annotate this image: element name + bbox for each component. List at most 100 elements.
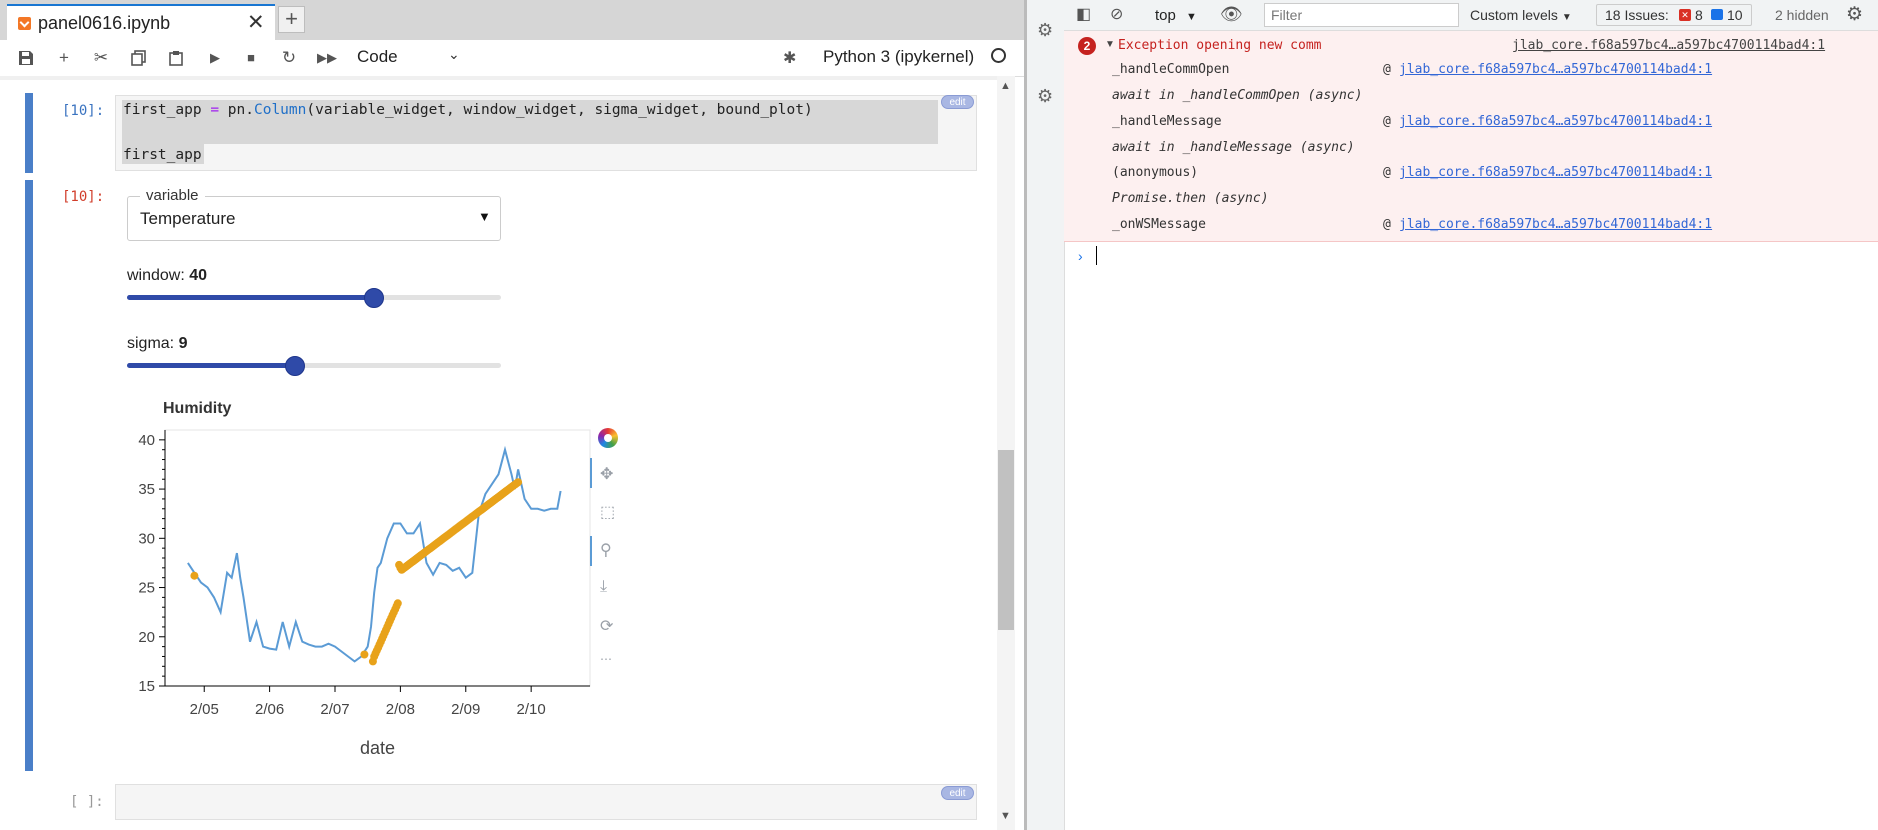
console-filter-input[interactable]: Filter xyxy=(1264,3,1459,27)
wheel-zoom-tool-icon[interactable]: ⚲ xyxy=(600,540,612,560)
issues-button[interactable]: 18 Issues: ✕ 8 10 xyxy=(1596,4,1752,26)
restart-icon[interactable]: ↻ xyxy=(276,40,302,76)
stack-at: @ xyxy=(1383,217,1391,232)
cell-type-select[interactable]: Code xyxy=(357,47,398,67)
code-token: . xyxy=(245,102,254,118)
variable-select-value[interactable]: Temperature xyxy=(140,209,235,229)
kernel-name[interactable]: Python 3 (ipykernel) xyxy=(823,47,974,67)
dropdown-arrow-icon[interactable]: ▼ xyxy=(478,209,491,224)
output-collapser[interactable] xyxy=(25,180,33,771)
notebook-toolbar: + ✂ ▶ ■ ↻ ▶▶ Code ⌄ ✱ Python 3 (ipykerne… xyxy=(0,40,1027,77)
empty-code-cell[interactable] xyxy=(115,784,977,820)
box-zoom-tool-icon[interactable]: ⬚ xyxy=(600,502,615,522)
window-label: window: xyxy=(127,267,190,284)
issues-info-count: 10 xyxy=(1727,7,1743,23)
window-value: 40 xyxy=(189,267,208,284)
more-tools-icon[interactable]: ⋯ xyxy=(600,652,612,666)
console-prompt-caret: › xyxy=(1078,248,1083,264)
window-slider-handle[interactable] xyxy=(363,288,384,308)
error-icon: ✕ xyxy=(1679,9,1691,21)
output-prompt: [10]: xyxy=(62,189,105,205)
stack-frame-fn: (anonymous) xyxy=(1112,165,1199,180)
x-tick-label: 2/09 xyxy=(451,701,480,718)
stack-async: await in _handleCommOpen (async) xyxy=(1112,88,1363,103)
scroll-down-icon[interactable]: ▼ xyxy=(1000,810,1011,822)
x-tick-label: 2/10 xyxy=(517,701,546,718)
add-cell-icon[interactable]: + xyxy=(51,40,77,76)
scroll-up-icon[interactable]: ▲ xyxy=(1000,80,1011,92)
error-count-badge: 2 xyxy=(1078,37,1096,55)
restart-run-all-icon[interactable]: ▶▶ xyxy=(314,40,340,76)
expand-triangle-icon[interactable]: ▼ xyxy=(1105,39,1115,50)
code-line-2: first_app xyxy=(123,147,202,163)
stack-frame-link[interactable]: jlab_core.f68a597bc4…a597bc4700114bad4:1 xyxy=(1399,114,1712,129)
window-slider-fill xyxy=(127,295,374,300)
empty-input-prompt: [ ]: xyxy=(70,794,104,810)
reset-tool-icon[interactable]: ⟳ xyxy=(600,616,613,636)
settings-gear-icon[interactable]: ⚙ xyxy=(1037,20,1053,41)
context-select[interactable]: top ▼ xyxy=(1155,7,1197,24)
window-slider-label: window: 40 xyxy=(127,267,207,285)
scrollbar-thumb[interactable] xyxy=(998,450,1014,630)
x-tick-label: 2/06 xyxy=(255,701,284,718)
devtools-sidebar: ⚙ ⚙ xyxy=(1027,0,1065,830)
eye-icon[interactable]: 👁 xyxy=(1220,4,1243,25)
console-settings-icon[interactable]: ⚙ xyxy=(1846,3,1863,26)
input-collapser[interactable] xyxy=(25,93,33,173)
plot-toolbar: ✥ ⬚ ⚲ ⤓ ⟳ ⋯ xyxy=(588,424,632,684)
pan-tool-icon[interactable]: ✥ xyxy=(600,464,613,484)
stack-frame-link[interactable]: jlab_core.f68a597bc4…a597bc4700114bad4:1 xyxy=(1399,62,1712,77)
stack-frame-fn: _handleMessage xyxy=(1112,114,1222,129)
stack-frame-link[interactable]: jlab_core.f68a597bc4…a597bc4700114bad4:1 xyxy=(1399,165,1712,180)
stop-icon[interactable]: ■ xyxy=(238,40,264,76)
sigma-slider-fill xyxy=(127,363,296,368)
new-tab-button[interactable]: + xyxy=(278,6,305,33)
debug-gear-icon[interactable]: ⚙ xyxy=(1037,86,1053,107)
sigma-slider-handle[interactable] xyxy=(285,356,306,376)
close-tab-icon[interactable]: ✕ xyxy=(247,10,265,35)
y-tick-label: 40 xyxy=(138,432,155,449)
stack-at: @ xyxy=(1383,165,1391,180)
tool-active-indicator xyxy=(590,458,592,488)
stack-frame-fn: _handleCommOpen xyxy=(1112,62,1230,77)
log-levels-select[interactable]: Custom levels ▼ xyxy=(1470,7,1572,23)
stack-frame-link[interactable]: jlab_core.f68a597bc4…a597bc4700114bad4:1 xyxy=(1399,217,1712,232)
y-tick-label: 30 xyxy=(138,530,155,547)
console-input[interactable] xyxy=(1096,246,1097,265)
input-prompt: [10]: xyxy=(62,103,105,119)
dropdown-arrow-icon: ▼ xyxy=(1561,12,1572,23)
save-tool-icon[interactable]: ⤓ xyxy=(600,578,607,596)
y-tick-label: 15 xyxy=(138,678,155,695)
save-icon[interactable] xyxy=(13,40,39,76)
stack-async: await in _handleMessage (async) xyxy=(1112,140,1355,155)
debugger-icon[interactable]: ✱ xyxy=(783,48,796,68)
sigma-label: sigma: xyxy=(127,335,179,352)
paste-icon[interactable] xyxy=(163,40,189,76)
edit-badge[interactable]: edit xyxy=(941,786,974,800)
variable-select-label: variable xyxy=(140,187,205,204)
sidebar-toggle-icon[interactable]: ◧ xyxy=(1076,4,1091,24)
error-source-link[interactable]: jlab_core.f68a597bc4…a597bc4700114bad4:1 xyxy=(1512,38,1825,53)
edit-badge[interactable]: edit xyxy=(941,95,974,109)
cut-icon[interactable]: ✂ xyxy=(88,40,114,76)
selected-point xyxy=(190,571,199,580)
stack-at: @ xyxy=(1383,114,1391,129)
chevron-down-icon[interactable]: ⌄ xyxy=(448,46,460,63)
run-icon[interactable]: ▶ xyxy=(202,40,228,76)
y-tick-label: 35 xyxy=(138,481,155,498)
info-icon xyxy=(1711,9,1723,20)
dropdown-arrow-icon: ▼ xyxy=(1186,11,1197,23)
notebook-tab[interactable]: panel0616.ipynb ✕ xyxy=(7,4,275,40)
clear-console-icon[interactable]: ⊘ xyxy=(1110,4,1123,24)
context-value: top xyxy=(1155,7,1176,24)
stack-frame-fn: _onWSMessage xyxy=(1112,217,1206,232)
sigma-value: 9 xyxy=(178,335,188,352)
bokeh-logo-icon[interactable] xyxy=(598,428,618,448)
humidity-plot[interactable]: 15 20 25 30 35 40 2/05 2/06 2/07 2/08 2/09 2/10 date xyxy=(120,418,600,778)
sigma-slider-label: sigma: 9 xyxy=(127,335,187,353)
copy-icon[interactable] xyxy=(126,40,152,76)
log-levels-label: Custom levels xyxy=(1470,7,1558,23)
plot-title: Humidity xyxy=(163,400,232,417)
jupyter-panel: panel0616.ipynb ✕ + + ✂ ▶ ■ ↻ ▶▶ Code ⌄ … xyxy=(0,0,1027,830)
x-tick-label: 2/08 xyxy=(386,701,415,718)
